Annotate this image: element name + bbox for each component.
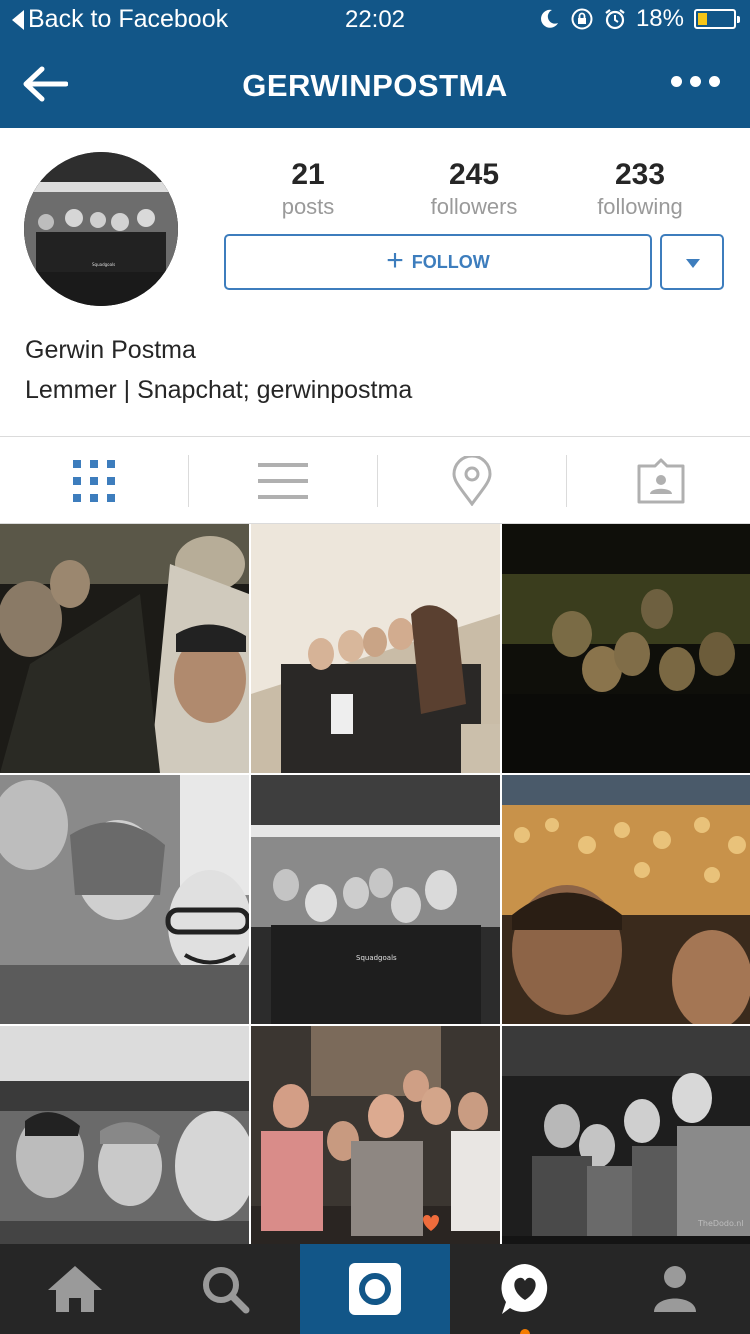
tab-list[interactable]: [189, 437, 376, 525]
alarm-icon: [605, 9, 625, 30]
stat-posts[interactable]: 21 posts: [228, 158, 388, 220]
notification-dot: [520, 1329, 530, 1334]
photo-tile[interactable]: [0, 1026, 249, 1275]
photo-tile[interactable]: [251, 1026, 500, 1275]
activity-heart-icon: [501, 1264, 548, 1314]
stat-following[interactable]: 233 following: [560, 158, 720, 220]
photo-grid: Squadgoals TheDodo.nl: [0, 524, 750, 1275]
following-label: following: [597, 194, 683, 219]
tab-grid[interactable]: [0, 437, 187, 525]
nav-bar: GERWINPOSTMA: [0, 40, 750, 128]
grid-icon: [72, 460, 115, 502]
profile-stats: 21 posts 245 followers 233 following: [224, 158, 724, 220]
status-icons: 18%: [538, 5, 740, 33]
profile-tabs: [0, 436, 750, 524]
profile-bio: Lemmer | Snapchat; gerwinpostma: [25, 376, 413, 404]
follow-label: FOLLOW: [411, 251, 490, 272]
tab-location[interactable]: [378, 437, 565, 525]
search-icon: [203, 1267, 250, 1314]
avatar-image: Squadgoals: [24, 152, 178, 306]
bottom-nav: [0, 1244, 750, 1334]
stat-followers[interactable]: 245 followers: [394, 158, 554, 220]
battery-percent: 18%: [635, 5, 684, 32]
photo-tile[interactable]: [502, 524, 750, 773]
more-dots-icon[interactable]: [671, 76, 720, 87]
followers-label: followers: [430, 194, 518, 219]
follow-button[interactable]: + FOLLOW: [224, 234, 652, 290]
plus-icon: +: [386, 243, 404, 277]
photo-tile[interactable]: [0, 524, 249, 773]
profile-icon: [654, 1266, 696, 1312]
posts-count: 21: [291, 158, 325, 191]
bottom-nav-activity[interactable]: [450, 1244, 600, 1334]
bottom-nav-search[interactable]: [150, 1244, 300, 1334]
list-icon: [257, 463, 308, 499]
bottom-nav-profile[interactable]: [600, 1244, 750, 1334]
photo-tile[interactable]: [502, 775, 750, 1024]
bottom-nav-camera[interactable]: [300, 1244, 450, 1334]
home-icon: [48, 1266, 102, 1312]
photo-watermark: TheDodo.nl: [697, 1219, 744, 1228]
avatar[interactable]: Squadgoals: [24, 152, 178, 306]
following-count: 233: [614, 158, 666, 191]
followers-count: 245: [448, 158, 500, 191]
photo-tile[interactable]: TheDodo.nl: [502, 1026, 750, 1275]
posts-label: posts: [281, 194, 335, 219]
header: Back to Facebook 22:02 18% GERWINPOSTMA: [0, 0, 750, 128]
suggestions-dropdown-button[interactable]: [660, 234, 724, 290]
avatar-caption: Squadgoals: [92, 262, 115, 267]
location-pin-icon: [451, 456, 492, 506]
bottom-nav-home[interactable]: [0, 1244, 150, 1334]
page-title: GERWINPOSTMA: [242, 68, 508, 103]
photo-tile[interactable]: [0, 775, 249, 1024]
rotation-lock-icon: [571, 8, 593, 30]
profile-section: Squadgoals 21 posts 245 followers 233 fo…: [0, 128, 750, 436]
profile-name: Gerwin Postma: [25, 336, 196, 364]
photo-tile[interactable]: [251, 524, 500, 773]
tab-tagged[interactable]: [567, 437, 750, 525]
camera-icon: [349, 1263, 401, 1315]
caret-down-icon: [686, 259, 700, 268]
battery-icon: [694, 9, 740, 29]
tagged-photos-icon: [637, 458, 684, 504]
photo-caption: Squadgoals: [356, 954, 397, 962]
status-bar: Back to Facebook 22:02 18%: [0, 0, 750, 40]
photo-tile[interactable]: Squadgoals: [251, 775, 500, 1024]
moon-icon: [541, 9, 558, 28]
